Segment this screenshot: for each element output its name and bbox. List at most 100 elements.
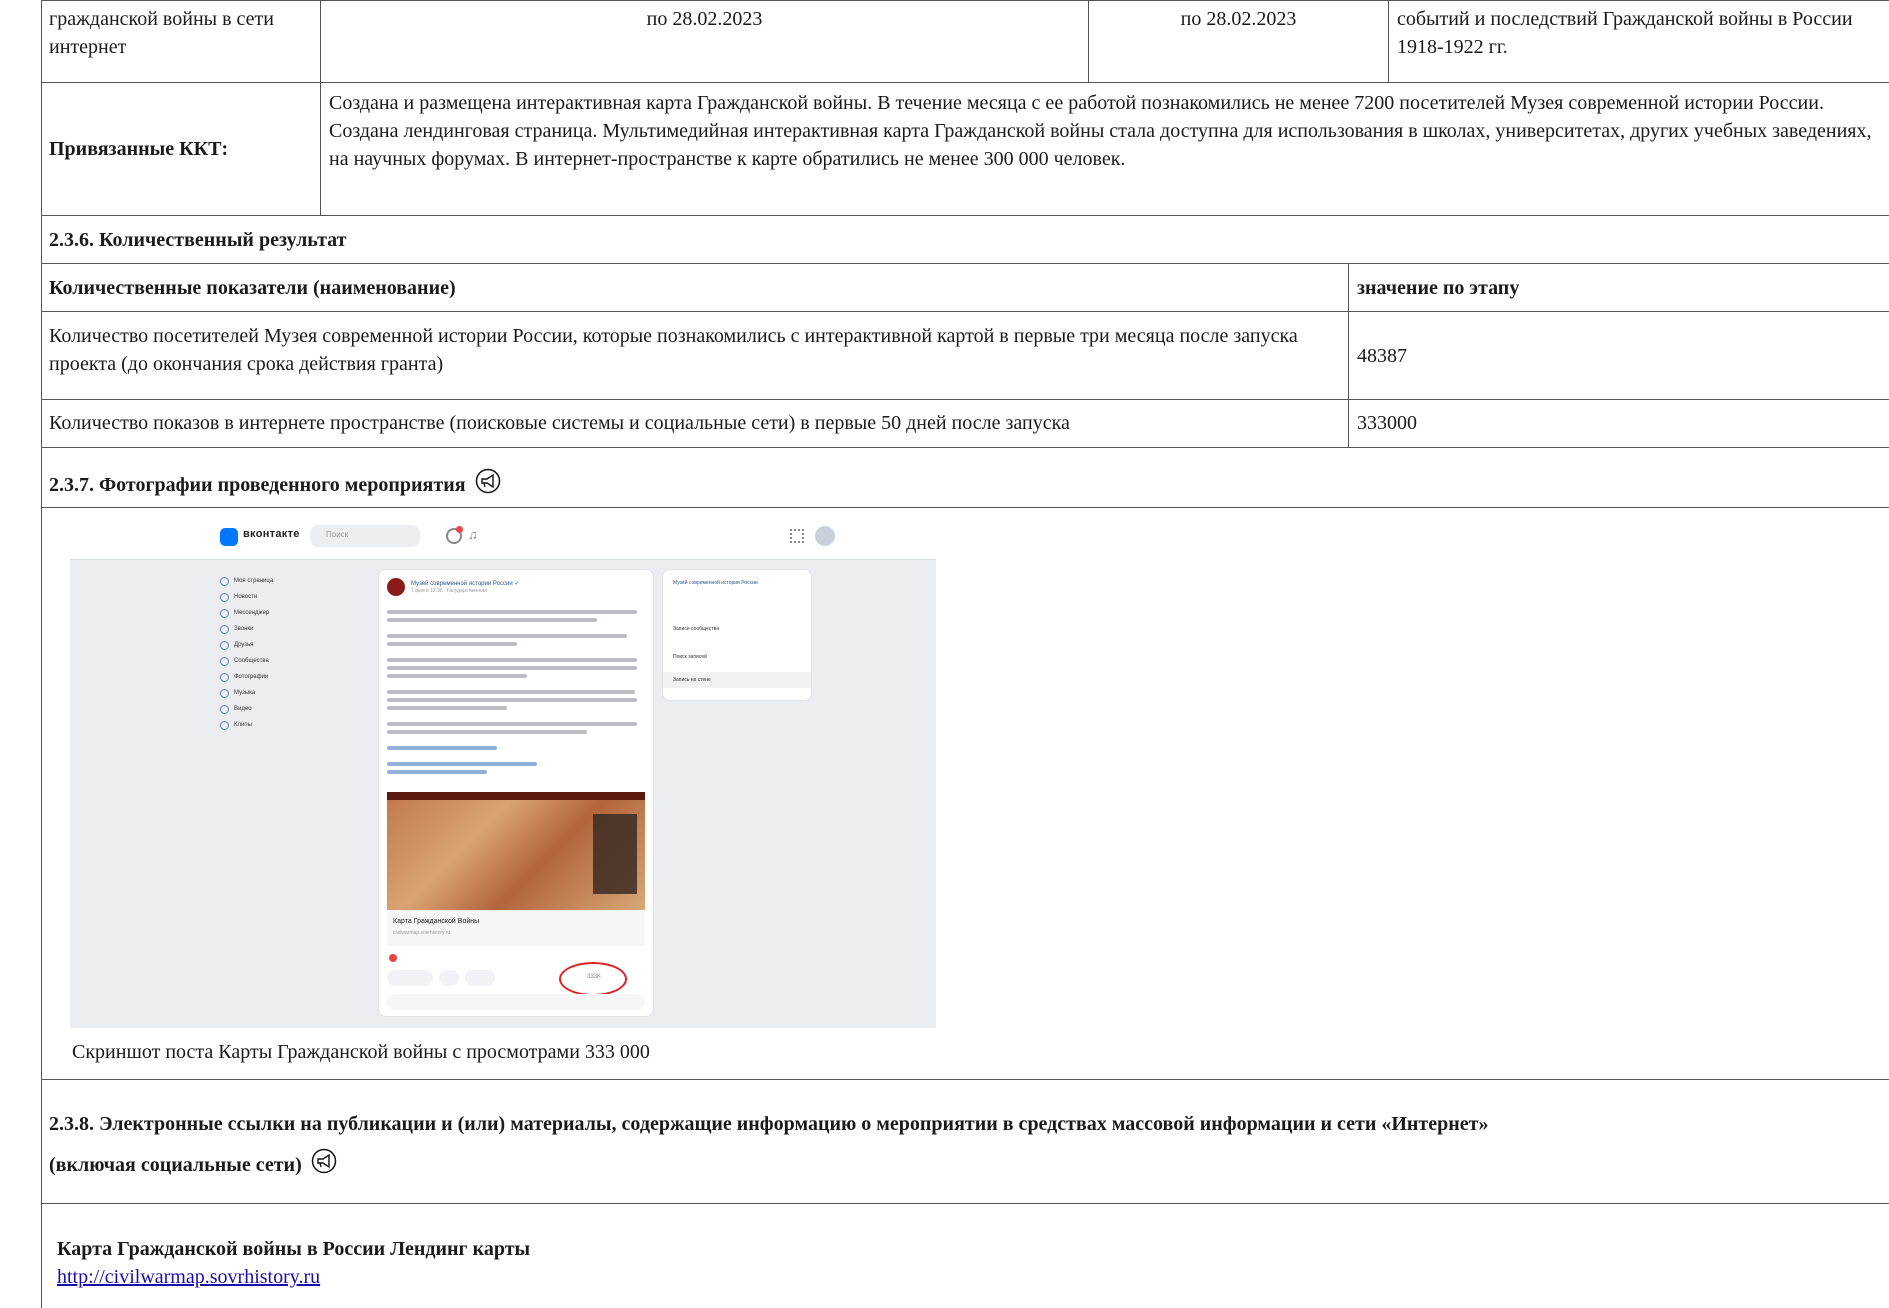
section-title-238-line2: (включая социальные сети) (49, 1148, 337, 1179)
vk-side-header: Музей современной истории России (673, 580, 758, 586)
section-title-236: 2.3.6. Количественный результат (49, 229, 347, 251)
table-row: Количество посетителей Музея современной… (41, 312, 1889, 400)
vk-nav-item: Звонки (220, 623, 310, 635)
vk-nav-label: Мессенджер (234, 610, 270, 616)
text-line (387, 762, 537, 766)
table-row-top: гражданской войны в сети интернет по 28.… (41, 0, 1889, 83)
nav-icon (220, 592, 229, 602)
cell-description: событий и последствий Гражданской войны … (1397, 8, 1853, 58)
vk-side-panel: Музей современной истории России Записи … (662, 569, 812, 701)
quant-row-name: Количество показов в интернете пространс… (41, 400, 1349, 447)
vk-nav-label: Клипы (234, 722, 252, 728)
comment-field (387, 994, 645, 1010)
section-title-238-line1: 2.3.8. Электронные ссылки на публикации … (49, 1113, 1489, 1135)
vk-nav-label: Моя страница (234, 578, 274, 584)
text-line (387, 690, 635, 694)
views-highlight-circle (559, 962, 627, 996)
nav-icon (220, 608, 229, 618)
text-line (387, 706, 507, 710)
megaphone-icon (311, 1148, 336, 1174)
nav-icon (220, 624, 229, 634)
text-line (387, 610, 637, 614)
map-caption-title: Карта Гражданской Войны (393, 918, 480, 925)
vk-topbar (70, 515, 936, 560)
nav-icon (220, 720, 229, 730)
text-line (387, 674, 527, 678)
like-button (387, 970, 433, 986)
avatar (815, 526, 835, 546)
civilwarmap-link[interactable]: http://civilwarmap.sovrhistory.ru (57, 1266, 320, 1289)
quant-row-name: Количество посетителей Музея современной… (41, 312, 1349, 399)
link-title: Карта Гражданской войны в России Лендинг… (57, 1238, 531, 1260)
notification-dot (456, 526, 463, 533)
vk-post-card: Музей современной истории России ✓ 7 фев… (378, 569, 654, 1017)
map-preview-image (387, 792, 645, 910)
kkt-text: Создана и размещена интерактивная карта … (329, 92, 1872, 170)
section-title-238-text: (включая социальные сети) (49, 1154, 302, 1176)
map-toolbar (387, 792, 645, 800)
vk-logo-icon (220, 528, 238, 546)
vk-nav-label: Звонки (234, 626, 254, 632)
section-heading-236: 2.3.6. Количественный результат (41, 216, 1889, 264)
nav-icon (220, 576, 229, 586)
kkt-label: Привязанные ККТ: (41, 83, 321, 215)
section-title-237-text: 2.3.7. Фотографии проведенного мероприят… (49, 474, 466, 496)
nav-icon (220, 688, 229, 698)
vk-nav-item: Видео (220, 703, 310, 715)
heart-icon (389, 954, 397, 962)
vk-side-item: Записи сообщества (673, 626, 719, 632)
vk-nav-label: Видео (234, 706, 252, 712)
map-link-caption (387, 910, 645, 946)
section-title-237: 2.3.7. Фотографии проведенного мероприят… (49, 468, 501, 499)
vk-nav-item: Клипы (220, 719, 310, 731)
text-line (387, 634, 627, 638)
music-icon: ♫ (468, 527, 478, 542)
vk-brand: вконтакте (243, 528, 300, 540)
vk-side-item: Поиск записей (673, 654, 707, 660)
vk-nav-item: Музыка (220, 687, 310, 699)
map-caption-url: civilwarmap.sovrhistory.ru (393, 930, 451, 936)
vk-nav-label: Музыка (234, 690, 256, 696)
comment-button (439, 970, 459, 986)
nav-icon (220, 672, 229, 682)
text-line (387, 746, 497, 750)
vk-post-screenshot: вконтакте Поиск ♫ Моя страница Новости М… (70, 515, 936, 1028)
vk-post-time: 7 фев в 12:36 · Гасударственная (411, 588, 487, 594)
nav-icon (220, 640, 229, 650)
nav-icon (220, 656, 229, 666)
text-line (387, 666, 637, 670)
quant-header-name: Количественные показатели (наименование) (41, 264, 1349, 311)
vk-sidebar: Моя страница Новости Мессенджер Звонки Д… (220, 575, 310, 735)
apps-grid-icon (790, 529, 804, 543)
section-heading-238: 2.3.8. Электронные ссылки на публикации … (41, 1080, 1889, 1204)
vk-nav-label: Сообщества (234, 658, 269, 664)
map-side-panel (593, 814, 637, 894)
nav-icon (220, 704, 229, 714)
vk-nav-label: Новости (234, 594, 258, 600)
vk-nav-item: Фотографии (220, 671, 310, 683)
section-heading-237: 2.3.7. Фотографии проведенного мероприят… (41, 448, 1889, 508)
share-button (465, 970, 495, 986)
table-row: Количество показов в интернете пространс… (41, 400, 1889, 448)
text-line (387, 722, 637, 726)
text-line (387, 730, 587, 734)
quant-table-header: Количественные показатели (наименование)… (41, 264, 1889, 312)
quant-row-value: 48387 (1357, 345, 1407, 367)
vk-nav-item: Моя страница (220, 575, 310, 587)
text-line (387, 698, 637, 702)
vk-nav-item: Друзья (220, 639, 310, 651)
text-line (387, 770, 487, 774)
cell-event-name: гражданской войны в сети интернет (41, 1, 321, 82)
photo-caption: Скриншот поста Карты Гражданской войны с… (72, 1041, 650, 1063)
text-line (387, 658, 637, 662)
vk-nav-item: Мессенджер (220, 607, 310, 619)
vk-post-author: Музей современной истории России ✓ (411, 581, 520, 587)
vk-side-item: Запись на стене (673, 677, 711, 683)
vk-search-placeholder: Поиск (326, 530, 349, 539)
vk-nav-item: Сообщества (220, 655, 310, 667)
vk-nav-item: Новости (220, 591, 310, 603)
megaphone-icon (475, 468, 500, 494)
vk-nav-label: Фотографии (234, 674, 269, 680)
table-row-kkt: Привязанные ККТ: Создана и размещена инт… (41, 83, 1889, 216)
cell-date-start: по 28.02.2023 (321, 1, 1089, 82)
